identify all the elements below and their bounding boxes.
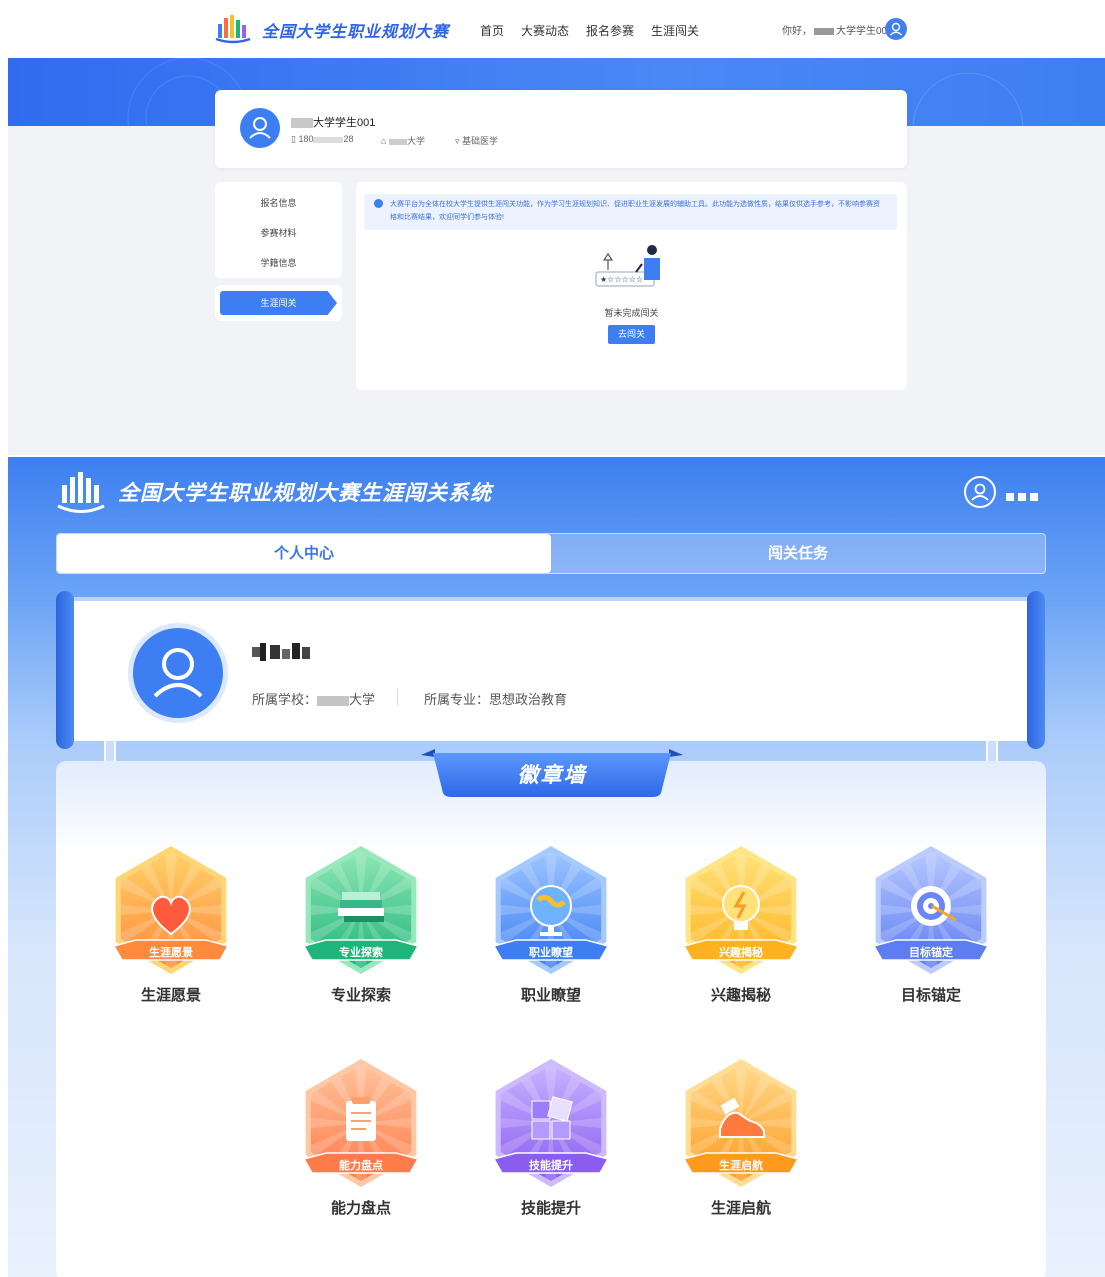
badge-label: 目标锚定 — [900, 987, 961, 1004]
sidebar-item-materials[interactable]: 参赛材料 — [215, 226, 342, 239]
badge-wall-title: 徽章墙 — [517, 764, 587, 787]
svg-text:能力盘点: 能力盘点 — [339, 1158, 383, 1172]
tab-personal-center[interactable]: 个人中心 — [57, 534, 551, 573]
scroll-rod-left — [56, 591, 74, 749]
notice-banner: 大赛平台为全体在校大学生提供生涯闯关功能，作为学习生涯规划知识、促进职业生涯发展… — [364, 194, 897, 230]
registration-page-screenshot: 全国大学生职业规划大赛 首页 大赛动态 报名参赛 生涯闯关 你好， 大学学生001… — [0, 0, 1105, 455]
svg-text:目标锚定: 目标锚定 — [909, 945, 953, 959]
badge-item[interactable]: 职业瞭望 职业瞭望 — [476, 842, 626, 1004]
top-navbar: 全国大学生职业规划大赛 首页 大赛动态 报名参赛 生涯闯关 你好， 大学学生001 — [0, 0, 1105, 58]
student-school: ⌂ 大学 — [381, 136, 425, 146]
empty-state-illustration: ★☆☆☆☆☆ — [595, 245, 660, 287]
sidebar-menu: 报名信息 参赛材料 学籍信息 — [215, 182, 342, 278]
contest-logo-icon — [215, 15, 251, 44]
clipboard-icon — [346, 1097, 376, 1141]
heart-badge-emblem: 生涯愿景 — [112, 846, 230, 974]
lightbulb-badge-emblem: 兴趣揭秘 — [682, 846, 800, 974]
sidebar-item-career-challenge[interactable]: 生涯闯关 — [220, 291, 337, 315]
empty-state-message: 暂未完成闯关 — [604, 308, 659, 318]
more-menu-icon[interactable] — [1006, 488, 1042, 506]
student-profile-card: 大学学生001 ▯ 180 28 ⌂ 大学 ▿ 基础医学 — [215, 90, 907, 168]
user-school: 所属学校： 大学 — [252, 692, 376, 707]
student-major: ▿ 基础医学 — [455, 136, 499, 146]
svg-text:专业探索: 专业探索 — [339, 945, 383, 959]
nav-register[interactable]: 报名参赛 — [586, 22, 634, 39]
info-divider — [397, 689, 398, 705]
badge-item[interactable]: 专业探索 专业探索 — [286, 842, 436, 1004]
user-major: 所属专业：思想政治教育 — [424, 692, 568, 707]
badge-label: 兴趣揭秘 — [710, 987, 771, 1004]
svg-text:兴趣揭秘: 兴趣揭秘 — [719, 945, 763, 959]
system-logo-icon — [57, 472, 105, 513]
sneaker-badge-emblem: 生涯启航 — [682, 1059, 800, 1187]
user-greeting[interactable]: 你好， 大学学生001 — [782, 22, 893, 37]
target-badge-emblem: 目标锚定 — [872, 846, 990, 974]
user-info-card: 所属学校： 大学 所属专业：思想政治教育 — [74, 597, 1027, 741]
svg-text:技能提升: 技能提升 — [529, 1158, 573, 1172]
blocks-badge-emblem: 技能提升 — [492, 1059, 610, 1187]
user-avatar-icon — [128, 623, 228, 723]
student-name: 大学学生001 — [291, 114, 375, 130]
svg-text:生涯愿景: 生涯愿景 — [149, 945, 193, 959]
svg-text:★☆☆☆☆☆: ★☆☆☆☆☆ — [600, 275, 643, 284]
system-title: 全国大学生职业规划大赛生涯闯关系统 — [118, 482, 492, 505]
nav-news[interactable]: 大赛动态 — [521, 22, 569, 39]
badge-label: 生涯愿景 — [140, 987, 201, 1004]
student-phone: ▯ 180 28 — [291, 134, 354, 144]
start-challenge-button[interactable]: 去闯关 — [608, 325, 655, 344]
badge-label: 技能提升 — [520, 1200, 581, 1217]
badge-item[interactable]: 兴趣揭秘 兴趣揭秘 — [666, 842, 816, 1004]
user-account-icon[interactable] — [964, 476, 996, 508]
tab-challenge-tasks[interactable]: 闯关任务 — [551, 534, 1045, 573]
badge-label: 能力盘点 — [330, 1200, 391, 1217]
brand-title: 全国大学生职业规划大赛 — [262, 24, 450, 41]
user-avatar-icon[interactable] — [885, 18, 907, 40]
lightbulb-icon — [374, 199, 383, 208]
sidebar-item-enrollment-info[interactable]: 学籍信息 — [215, 256, 342, 269]
user-name-redacted — [252, 643, 310, 661]
book-badge-emblem: 专业探索 — [302, 846, 420, 974]
badge-item[interactable]: 能力盘点 能力盘点 — [286, 1055, 436, 1217]
book-icon — [338, 892, 384, 922]
svg-text:生涯启航: 生涯启航 — [719, 1158, 763, 1172]
sidebar-active-wrapper: 生涯闯关 — [215, 285, 342, 321]
badge-item[interactable]: 生涯启航 生涯启航 — [666, 1055, 816, 1217]
badge-item[interactable]: 生涯愿景 生涯愿景 — [96, 842, 246, 1004]
badge-label: 职业瞭望 — [520, 987, 581, 1004]
main-tabs: 个人中心 闯关任务 — [56, 533, 1046, 574]
nav-career-challenge[interactable]: 生涯闯关 — [651, 22, 699, 39]
career-challenge-panel: 大赛平台为全体在校大学生提供生涯闯关功能，作为学习生涯规划知识、促进职业生涯发展… — [356, 182, 907, 390]
clipboard-badge-emblem: 能力盘点 — [302, 1059, 420, 1187]
badge-label: 专业探索 — [330, 987, 391, 1004]
challenge-system-screenshot: 全国大学生职业规划大赛生涯闯关系统 个人中心 闯关任务 所属学校： 大学 所属专业… — [8, 457, 1105, 1277]
nav-home[interactable]: 首页 — [480, 22, 504, 39]
student-avatar-icon — [240, 108, 280, 148]
sidebar-item-registration-info[interactable]: 报名信息 — [215, 196, 342, 209]
badge-item[interactable]: 目标锚定 目标锚定 — [856, 842, 1006, 1004]
globe-badge-emblem: 职业瞭望 — [492, 846, 610, 974]
badge-item[interactable]: 技能提升 技能提升 — [476, 1055, 626, 1217]
svg-text:职业瞭望: 职业瞭望 — [529, 945, 573, 959]
badge-label: 生涯启航 — [710, 1200, 771, 1217]
scroll-rod-right — [1027, 591, 1045, 749]
